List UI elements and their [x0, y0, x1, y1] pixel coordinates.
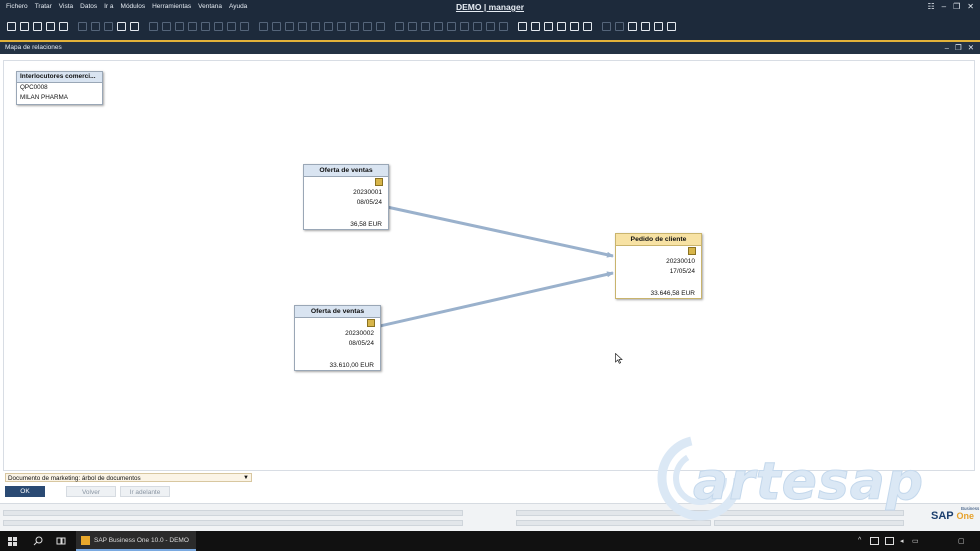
network-icon[interactable]: [870, 537, 879, 545]
document-icon[interactable]: [688, 247, 696, 255]
document-date: 17/05/24: [669, 268, 695, 275]
document-number: 20230001: [353, 189, 382, 196]
business-partner-box[interactable]: Interlocutores comerci... QPC0008 MILAN …: [16, 71, 103, 105]
keyboard-icon[interactable]: ▭: [912, 537, 919, 545]
document-card-offer-2[interactable]: Oferta de ventas 20230002 08/05/24 33.61…: [294, 305, 381, 371]
notifications-icon[interactable]: ▢: [958, 537, 965, 545]
sap-business-text: Business: [961, 506, 980, 511]
connector-arrow: [386, 205, 614, 258]
document-card-order[interactable]: Pedido de cliente 20230010 17/05/24 33.6…: [615, 233, 702, 299]
battery-icon[interactable]: [885, 537, 894, 545]
artesap-watermark: artesap: [655, 430, 955, 525]
windows-start-icon[interactable]: [8, 537, 17, 546]
sap-logo: SAP Business One: [931, 506, 979, 522]
os-taskbar: SAP Business One 10.0 - DEMO ^ ◂ ▭ ▢: [0, 531, 980, 551]
document-date: 08/05/24: [356, 199, 382, 206]
status-field: [3, 520, 463, 526]
chevron-down-icon[interactable]: ▼: [243, 474, 249, 483]
volume-icon[interactable]: ◂: [900, 537, 904, 545]
watermark-text: artesap: [692, 452, 925, 513]
document-icon[interactable]: [367, 319, 375, 327]
mouse-pointer-icon: [615, 353, 623, 364]
sap-app-icon: [81, 536, 90, 545]
sap-one-text: One: [956, 511, 974, 521]
taskbar-app-sap[interactable]: SAP Business One 10.0 - DEMO: [76, 531, 196, 551]
chevron-up-icon[interactable]: ^: [858, 537, 861, 544]
business-partner-name: MILAN PHARMA: [20, 94, 68, 101]
document-number: 20230002: [345, 330, 374, 337]
sap-logo-text: SAP: [931, 510, 954, 522]
document-title: Oferta de ventas: [304, 165, 388, 177]
business-partner-header: Interlocutores comerci...: [17, 72, 102, 83]
document-total: 33.646,58 EUR: [650, 290, 695, 297]
document-card-offer-1[interactable]: Oferta de ventas 20230001 08/05/24 36,58…: [303, 164, 389, 230]
back-button[interactable]: Volver: [66, 486, 116, 497]
connector-arrow: [379, 271, 614, 328]
document-title: Oferta de ventas: [295, 306, 380, 318]
document-number: 20230010: [666, 258, 695, 265]
document-icon[interactable]: [375, 178, 383, 186]
ok-button[interactable]: OK: [5, 486, 45, 497]
forward-button[interactable]: Ir adelante: [120, 486, 170, 497]
search-icon[interactable]: [33, 536, 43, 546]
document-tree-select[interactable]: Documento de marketing: árbol de documen…: [5, 473, 252, 482]
business-partner-code: QPC0008: [20, 84, 48, 91]
document-date: 08/05/24: [348, 340, 374, 347]
document-total: 33.610,00 EUR: [329, 362, 374, 369]
document-total: 36,58 EUR: [350, 221, 382, 228]
task-view-icon[interactable]: [56, 536, 66, 546]
status-field: [3, 510, 463, 516]
taskbar-app-label: SAP Business One 10.0 - DEMO: [94, 537, 189, 544]
document-tree-value: Documento de marketing: árbol de documen…: [8, 475, 141, 482]
document-title: Pedido de cliente: [616, 234, 701, 246]
